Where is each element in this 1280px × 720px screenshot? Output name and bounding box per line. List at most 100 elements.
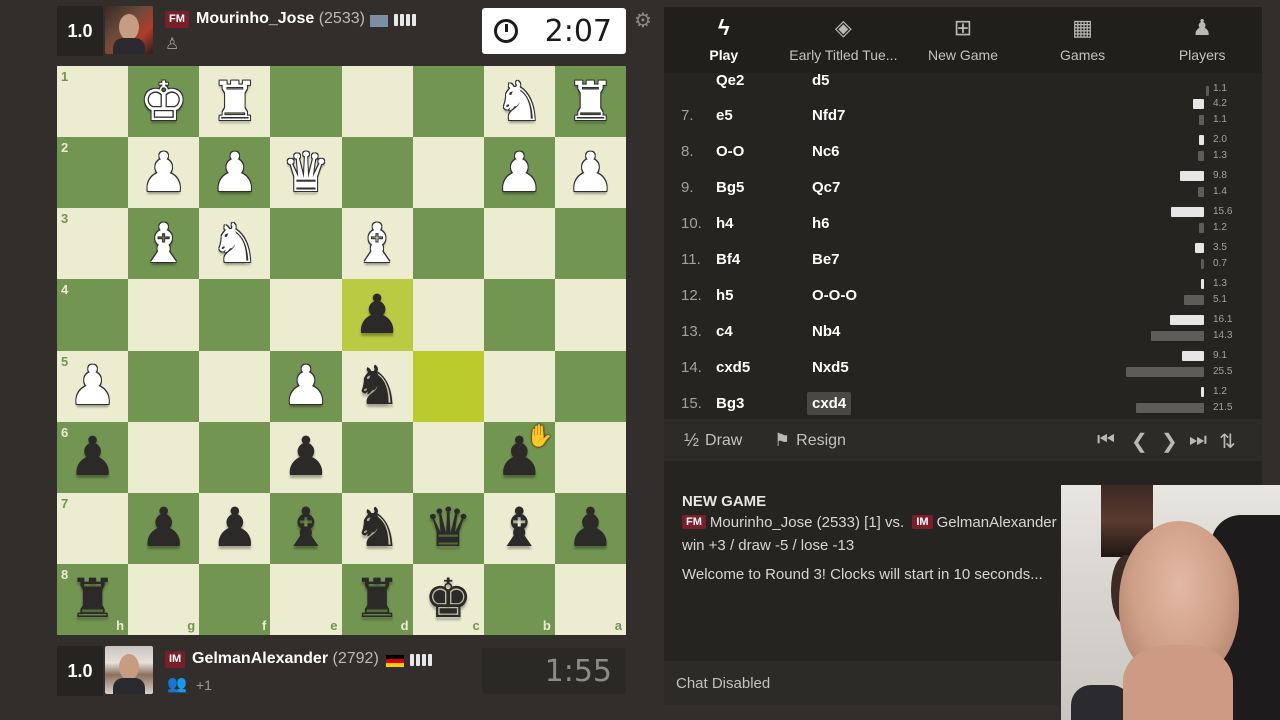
square-g6[interactable] bbox=[128, 421, 200, 493]
bottom-player-name[interactable]: GelmanAlexander (2792) bbox=[192, 650, 379, 668]
flip-board-icon[interactable]: ⇅ bbox=[1219, 429, 1236, 454]
next-move-icon[interactable]: ❯ bbox=[1161, 429, 1178, 454]
square-c5[interactable] bbox=[412, 350, 484, 422]
square-b1[interactable]: ♞ bbox=[483, 66, 555, 138]
square-e8[interactable]: e bbox=[270, 563, 342, 635]
square-d5[interactable]: ♞ bbox=[341, 350, 413, 422]
bottom-player-username[interactable]: GelmanAlexander bbox=[192, 650, 328, 667]
square-c8[interactable]: c ♚ bbox=[412, 563, 484, 635]
white-pawn-icon[interactable]: ♟ bbox=[211, 145, 259, 200]
move-white[interactable]: c4 bbox=[716, 323, 733, 340]
square-h4[interactable]: 4 bbox=[57, 279, 129, 351]
move-black[interactable]: O-O-O bbox=[812, 287, 857, 304]
top-player-name[interactable]: Mourinho_Jose (2533) bbox=[196, 10, 365, 28]
square-c3[interactable] bbox=[412, 208, 484, 280]
white-queen-icon[interactable]: ♛ bbox=[282, 145, 330, 200]
move-white[interactable]: cxd5 bbox=[716, 359, 750, 376]
white-knight-icon[interactable]: ♞ bbox=[211, 216, 259, 271]
black-queen-icon[interactable]: ♛ bbox=[424, 501, 472, 555]
white-pawn-icon[interactable]: ♟ bbox=[566, 145, 614, 200]
square-f5[interactable] bbox=[199, 350, 271, 422]
black-rook-icon[interactable]: ♜ bbox=[353, 572, 401, 626]
move-black[interactable]: h6 bbox=[812, 215, 830, 232]
move-white[interactable]: Bf4 bbox=[716, 251, 740, 268]
move-white[interactable]: Qe2 bbox=[716, 73, 744, 89]
black-bishop-icon[interactable]: ♝ bbox=[282, 501, 330, 555]
move-black[interactable]: Nxd5 bbox=[812, 359, 849, 376]
bottom-player-avatar[interactable] bbox=[105, 646, 153, 694]
black-king-icon[interactable]: ♚ bbox=[424, 572, 472, 626]
square-f2[interactable]: ♟ bbox=[199, 137, 271, 209]
black-pawn-icon[interactable]: ♟ bbox=[566, 501, 614, 555]
black-pawn-icon[interactable]: ♟ bbox=[353, 287, 401, 342]
square-d6[interactable] bbox=[341, 421, 413, 493]
white-bishop-icon[interactable]: ♝ bbox=[139, 216, 187, 271]
black-pawn-icon[interactable]: ♟ bbox=[68, 430, 116, 484]
square-e6[interactable]: ♟ bbox=[270, 421, 342, 493]
square-f8[interactable]: f bbox=[199, 563, 271, 635]
black-pawn-icon[interactable]: ♟ bbox=[282, 430, 330, 484]
square-a2[interactable]: ♟ bbox=[554, 137, 626, 209]
square-b4[interactable] bbox=[483, 279, 555, 351]
top-player-avatar[interactable] bbox=[105, 6, 153, 54]
tab-early-titled-tue[interactable]: ◈ Early Titled Tue... bbox=[784, 7, 904, 73]
white-knight-icon[interactable]: ♞ bbox=[495, 74, 543, 129]
square-a7[interactable]: ♟ bbox=[554, 492, 626, 564]
square-h2[interactable]: 2 bbox=[57, 137, 129, 209]
square-a6[interactable] bbox=[554, 421, 626, 493]
square-h1[interactable]: 1 bbox=[57, 66, 129, 138]
settings-gear-icon[interactable]: ⚙ bbox=[634, 8, 652, 33]
square-a5[interactable] bbox=[554, 350, 626, 422]
square-e3[interactable] bbox=[270, 208, 342, 280]
move-black[interactable]: Nfd7 bbox=[812, 107, 845, 124]
square-d1[interactable] bbox=[341, 66, 413, 138]
move-white[interactable]: Bg5 bbox=[716, 179, 744, 196]
square-g4[interactable] bbox=[128, 279, 200, 351]
resign-button[interactable]: ⚑ Resign bbox=[774, 430, 846, 451]
square-b3[interactable] bbox=[483, 208, 555, 280]
square-g1[interactable]: ♚ bbox=[128, 66, 200, 138]
draw-button[interactable]: ½ Draw bbox=[684, 430, 742, 451]
white-pawn-icon[interactable]: ♟ bbox=[282, 359, 330, 413]
square-f4[interactable] bbox=[199, 279, 271, 351]
tab-play[interactable]: ϟ Play bbox=[664, 7, 784, 73]
black-pawn-icon[interactable]: ♟ bbox=[139, 501, 187, 555]
square-a4[interactable] bbox=[554, 279, 626, 351]
square-h3[interactable]: 3 bbox=[57, 208, 129, 280]
move-black[interactable]: cxd4 bbox=[807, 391, 852, 415]
move-white[interactable]: O-O bbox=[716, 143, 744, 160]
square-c4[interactable] bbox=[412, 279, 484, 351]
last-move-icon[interactable]: ⏭ bbox=[1189, 429, 1207, 452]
square-f3[interactable]: ♞ bbox=[199, 208, 271, 280]
chess-board[interactable]: 1 ♚ ♜ ♞ ♜ 2 ♟ ♟ ♛ ♟ ♟ 3 ♝ ♞ ♝ 4 ♟ 5 ♟ ♟ ♞ 6 ♟ ♟ ♟ 7 ♟ ♟ ♝ ♞ ♛ ♝ ♟ 8 h ♜ g f e d… bbox=[57, 66, 626, 635]
move-white[interactable]: e5 bbox=[716, 107, 733, 124]
white-pawn-icon[interactable]: ♟ bbox=[495, 145, 543, 200]
square-b8[interactable]: b bbox=[483, 563, 555, 635]
move-black[interactable]: Nb4 bbox=[812, 323, 840, 340]
square-h7[interactable]: 7 bbox=[57, 492, 129, 564]
square-d2[interactable] bbox=[341, 137, 413, 209]
square-a3[interactable] bbox=[554, 208, 626, 280]
first-move-icon[interactable]: ⏮ bbox=[1097, 429, 1115, 452]
square-e7[interactable]: ♝ bbox=[270, 492, 342, 564]
move-black[interactable]: Qc7 bbox=[812, 179, 840, 196]
move-white[interactable]: h5 bbox=[716, 287, 734, 304]
square-c2[interactable] bbox=[412, 137, 484, 209]
square-e4[interactable] bbox=[270, 279, 342, 351]
square-d7[interactable]: ♞ bbox=[341, 492, 413, 564]
top-player-username[interactable]: Mourinho_Jose bbox=[196, 10, 314, 27]
square-h6[interactable]: 6 ♟ bbox=[57, 421, 129, 493]
square-c7[interactable]: ♛ bbox=[412, 492, 484, 564]
square-h5[interactable]: 5 ♟ bbox=[57, 350, 129, 422]
black-rook-icon[interactable]: ♜ bbox=[68, 572, 116, 626]
tab-players[interactable]: ♟ Players bbox=[1142, 7, 1262, 73]
tab-games[interactable]: ▦ Games bbox=[1023, 7, 1143, 73]
move-black[interactable]: d5 bbox=[812, 73, 830, 89]
square-g5[interactable] bbox=[128, 350, 200, 422]
move-list[interactable]: Qe2 d5 1.1 7. e5 Nfd7 4.2 1.1 8. O-O Nc6 2.0 1.3 9… bbox=[664, 73, 1262, 417]
square-g8[interactable]: g bbox=[128, 563, 200, 635]
square-e2[interactable]: ♛ bbox=[270, 137, 342, 209]
square-a1[interactable]: ♜ bbox=[554, 66, 626, 138]
move-black[interactable]: Nc6 bbox=[812, 143, 840, 160]
white-pawn-icon[interactable]: ♟ bbox=[68, 359, 116, 413]
